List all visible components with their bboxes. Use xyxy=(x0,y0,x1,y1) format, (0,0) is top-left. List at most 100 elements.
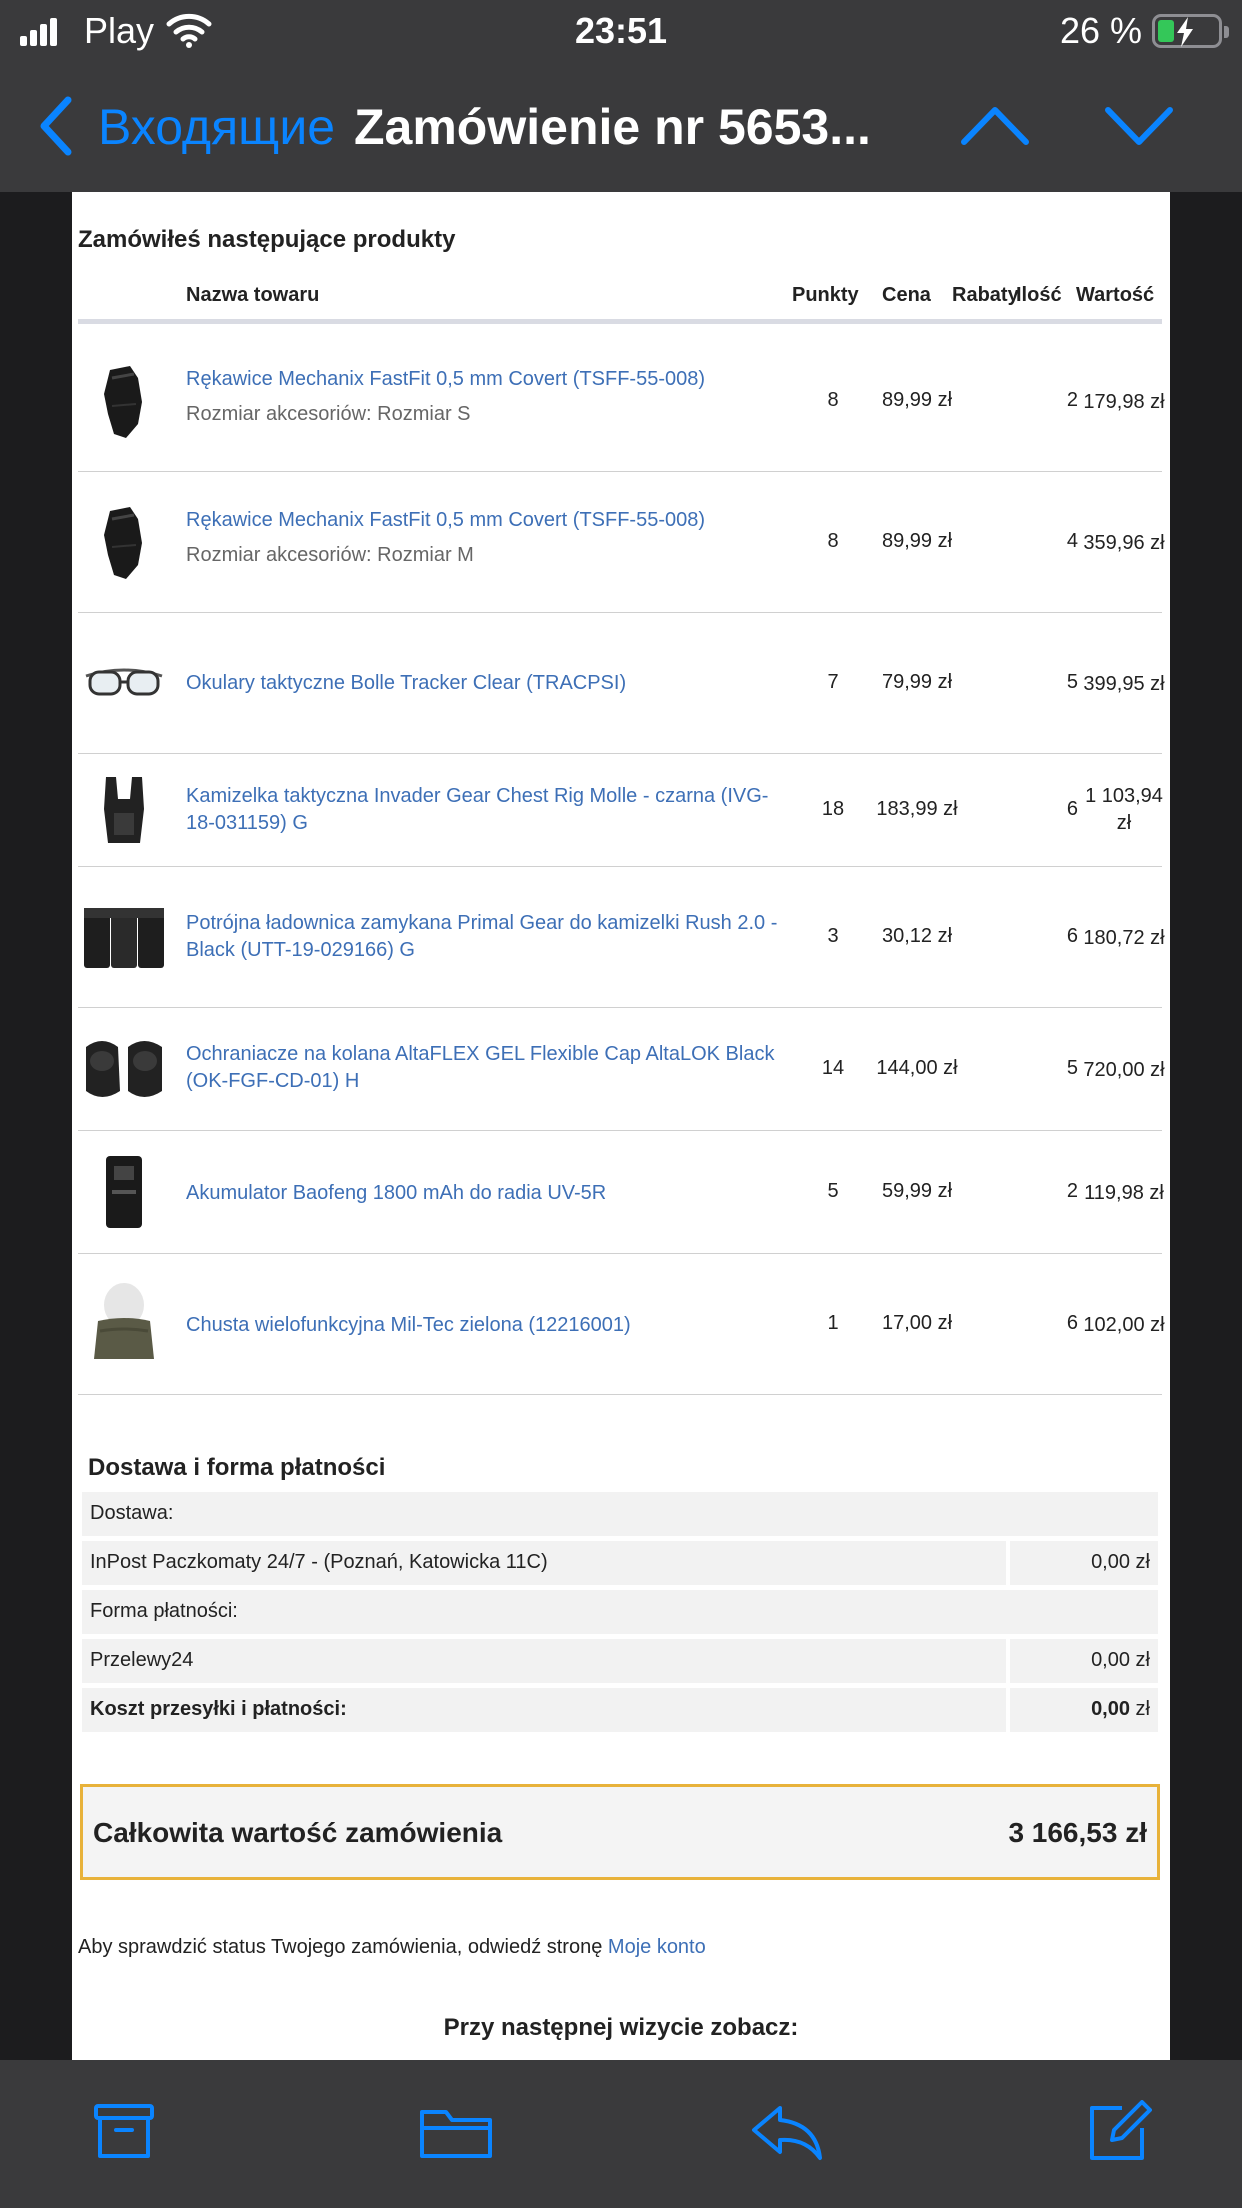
product-points: 5 xyxy=(827,1180,839,1202)
folder-icon[interactable] xyxy=(418,2100,494,2164)
status-bar: Play 23:51 26 % xyxy=(0,0,1242,62)
product-qty: 4 xyxy=(1066,530,1078,552)
delivery-label: Dostawa: xyxy=(82,1492,1158,1536)
payment-row: Przelewy24 0,00 zł xyxy=(82,1639,1158,1683)
product-value: 102,00 zł xyxy=(1083,1314,1165,1336)
status-info-text: Aby sprawdzić status Twojego zamówienia,… xyxy=(78,1936,608,1958)
navigation-bar: Входящие Zamówienie nr 5653... xyxy=(0,62,1242,192)
product-price: 59,99 zł xyxy=(881,1180,953,1202)
table-row: Rękawice Mechanix FastFit 0,5 mm Covert … xyxy=(78,473,1165,613)
product-value: 119,98 zł xyxy=(1084,1182,1164,1204)
delivery-method: InPost Paczkomaty 24/7 - (Poznań, Katowi… xyxy=(82,1541,1006,1585)
goggles-image[interactable] xyxy=(82,642,166,726)
clock: 23:51 xyxy=(574,10,668,51)
header-points: Punkty xyxy=(792,284,859,306)
battery-image[interactable] xyxy=(82,1150,166,1234)
table-row: Kamizelka taktyczna Invader Gear Chest R… xyxy=(78,755,1163,867)
delivery-cost: 0,00 zł xyxy=(1010,1541,1158,1585)
product-points: 18 xyxy=(821,798,845,820)
battery-percentage: 26 % xyxy=(1059,10,1142,51)
product-price: 89,99 zł xyxy=(881,530,953,552)
gloves-image[interactable] xyxy=(82,358,166,442)
bottom-toolbar xyxy=(0,2060,1242,2208)
product-qty: 5 xyxy=(1066,671,1078,693)
products-heading: Zamówiłeś następujące produkty xyxy=(78,226,456,253)
payment-label: Forma płatności: xyxy=(82,1590,1158,1634)
archive-icon[interactable] xyxy=(92,2100,156,2164)
shipping-heading: Dostawa i forma płatności xyxy=(88,1454,386,1481)
product-price: 144,00 zł xyxy=(876,1057,958,1079)
product-value: 720,00 zł xyxy=(1083,1059,1165,1081)
product-points: 1 xyxy=(827,1312,839,1334)
product-price: 79,99 zł xyxy=(881,671,953,693)
next-message-icon[interactable] xyxy=(1104,104,1174,148)
compose-icon[interactable] xyxy=(1086,2100,1152,2164)
scarf-image[interactable] xyxy=(82,1281,166,1365)
order-total-label: Całkowita wartość zamówienia xyxy=(93,1817,503,1848)
product-qty: 5 xyxy=(1066,1057,1078,1079)
delivery-label-row: Dostawa: xyxy=(82,1492,1158,1536)
product-points: 8 xyxy=(827,530,839,552)
product-qty: 2 xyxy=(1066,389,1078,411)
product-qty: 6 xyxy=(1066,1312,1078,1334)
header-discount: Rabaty xyxy=(952,284,1019,306)
product-attribute: Rozmiar akcesoriów: Rozmiar S xyxy=(186,403,471,425)
product-price: 17,00 zł xyxy=(881,1312,953,1334)
product-link[interactable]: Ochraniacze na kolana AltaFLEX GEL Flexi… xyxy=(186,1041,786,1095)
header-price: Cena xyxy=(882,284,931,306)
table-row: Rękawice Mechanix FastFit 0,5 mm Covert … xyxy=(78,332,1165,472)
order-total: Całkowita wartość zamówienia 3 166,53 zł xyxy=(80,1784,1160,1880)
product-link[interactable]: Potrójna ładownica zamykana Primal Gear … xyxy=(186,910,786,964)
next-visit-heading: Przy następnej wizycie zobacz: xyxy=(443,2014,799,2041)
product-points: 7 xyxy=(827,671,839,693)
product-price: 183,99 zł xyxy=(876,798,958,820)
back-chevron-icon[interactable] xyxy=(36,94,76,158)
kneepads-image[interactable] xyxy=(82,1027,166,1111)
header-value: Wartość xyxy=(1076,284,1155,306)
my-account-link[interactable]: Moje konto xyxy=(608,1936,706,1958)
product-price: 89,99 zł xyxy=(881,389,953,411)
pouch-image[interactable] xyxy=(82,894,166,978)
product-link[interactable]: Chusta wielofunkcyjna Mil-Tec zielona (1… xyxy=(186,1312,786,1339)
email-body: Zamówiłeś następujące produkty Nazwa tow… xyxy=(72,192,1170,2060)
shipping-total-row: Koszt przesyłki i płatności: 0,00 zł xyxy=(82,1688,1158,1732)
shipping-total-label: Koszt przesyłki i płatności: xyxy=(82,1688,1006,1732)
table-row: Chusta wielofunkcyjna Mil-Tec zielona (1… xyxy=(78,1255,1165,1395)
table-row: Potrójna ładownica zamykana Primal Gear … xyxy=(78,868,1165,1008)
product-value: 180,72 zł xyxy=(1083,927,1165,949)
table-row: Akumulator Baofeng 1800 mAh do radia UV-… xyxy=(78,1132,1164,1254)
product-points: 14 xyxy=(821,1057,845,1079)
table-row: Okulary taktyczne Bolle Tracker Clear (T… xyxy=(78,614,1165,754)
gloves-image[interactable] xyxy=(82,499,166,583)
product-price: 30,12 zł xyxy=(881,925,953,947)
product-value: 179,98 zł xyxy=(1083,391,1165,413)
product-qty: 6 xyxy=(1066,925,1078,947)
product-attribute: Rozmiar akcesoriów: Rozmiar M xyxy=(186,544,474,566)
product-link[interactable]: Kamizelka taktyczna Invader Gear Chest R… xyxy=(186,783,786,837)
battery-icon xyxy=(1152,14,1229,48)
header-qty: Ilość xyxy=(1016,284,1062,306)
product-value: 399,95 zł xyxy=(1083,673,1165,695)
product-value: 1 103,94 zł xyxy=(1085,785,1163,834)
product-link[interactable]: Akumulator Baofeng 1800 mAh do radia UV-… xyxy=(186,1180,786,1207)
product-link[interactable]: Rękawice Mechanix FastFit 0,5 mm Covert … xyxy=(186,366,786,428)
back-button[interactable]: Входящие xyxy=(98,98,335,156)
top-bar: Play 23:51 26 % Входящие Zamówienie nr 5… xyxy=(0,0,1242,192)
product-link[interactable]: Okulary taktyczne Bolle Tracker Clear (T… xyxy=(186,670,786,697)
vest-image[interactable] xyxy=(82,769,166,853)
delivery-row: InPost Paczkomaty 24/7 - (Poznań, Katowi… xyxy=(82,1541,1158,1585)
product-qty: 2 xyxy=(1066,1180,1078,1202)
payment-method: Przelewy24 xyxy=(82,1639,1006,1683)
product-points: 8 xyxy=(827,389,839,411)
product-link[interactable]: Rękawice Mechanix FastFit 0,5 mm Covert … xyxy=(186,507,786,569)
reply-icon[interactable] xyxy=(750,2100,824,2164)
header-name: Nazwa towaru xyxy=(186,284,320,306)
status-info: Aby sprawdzić status Twojego zamówienia,… xyxy=(78,1936,706,1959)
product-qty: 6 xyxy=(1066,798,1078,820)
products-table-header: Nazwa towaru Punkty Cena Rabaty Ilość Wa… xyxy=(78,280,1162,324)
payment-cost: 0,00 zł xyxy=(1010,1639,1158,1683)
previous-message-icon[interactable] xyxy=(960,104,1030,148)
shipping-total-value: 0,00 zł xyxy=(1010,1688,1158,1732)
table-row: Ochraniacze na kolana AltaFLEX GEL Flexi… xyxy=(78,1009,1165,1131)
order-total-amount: 3 166,53 zł xyxy=(1008,1817,1147,1848)
